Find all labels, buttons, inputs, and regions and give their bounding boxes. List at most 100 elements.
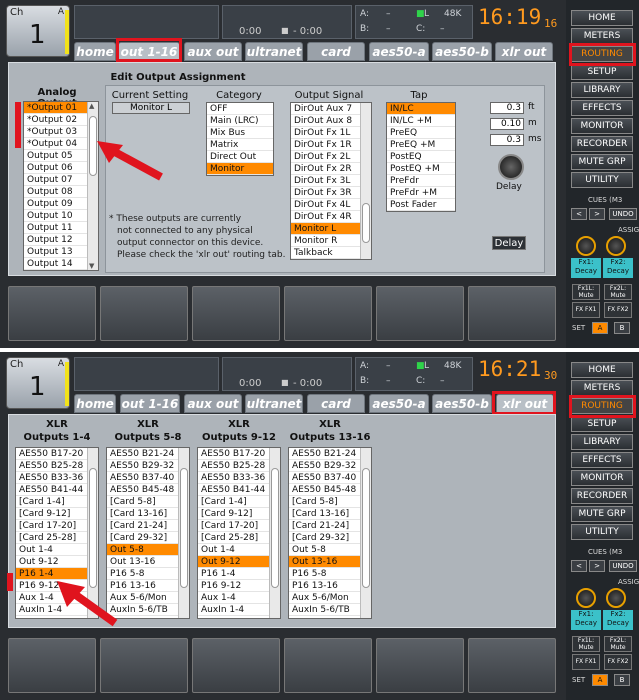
set-a-button-2[interactable]: A (592, 674, 608, 686)
list-item[interactable]: Out 9-12 (16, 556, 98, 568)
tab-xlr-out[interactable]: xlr out (495, 42, 553, 61)
nav-monitor-2[interactable]: MONITOR (571, 470, 633, 486)
list-item[interactable]: DirOut Fx 3R (291, 187, 371, 199)
nav-utility[interactable]: UTILITY (571, 172, 633, 188)
assign-knob-2-icon[interactable] (606, 236, 626, 256)
soft-button-6[interactable] (468, 286, 556, 341)
list-item[interactable]: OFF (207, 103, 273, 115)
list-item[interactable]: [Card 25-28] (198, 532, 280, 544)
list-item[interactable]: P16 13-16 (289, 580, 371, 592)
nav-mute-grp-2[interactable]: MUTE GRP (571, 506, 633, 522)
list-item[interactable]: PostEQ (387, 151, 455, 163)
list-item[interactable]: PreEQ (387, 127, 455, 139)
list-item[interactable]: Out 13-16 (289, 556, 371, 568)
list-item[interactable]: Out 5-8 (289, 544, 371, 556)
list-item[interactable]: Out 1-4 (198, 544, 280, 556)
list-item[interactable]: AES50 B45-48 (289, 484, 371, 496)
tab-card-out-2[interactable]: card out (307, 394, 365, 430)
list-item[interactable]: AuxIn 1-4 (198, 604, 280, 616)
list-item[interactable]: [Card 29-32] (289, 532, 371, 544)
tab-ultranet[interactable]: ultranet (245, 42, 303, 61)
set-b-button[interactable]: B (614, 322, 630, 334)
tab-aux-out[interactable]: aux out (184, 42, 242, 61)
xlr-scroll-thumb[interactable] (271, 468, 279, 588)
tab-out-1-16[interactable]: out 1-16 (118, 42, 180, 61)
list-item[interactable]: PostEQ +M (387, 163, 455, 175)
xlr-scroll-thumb[interactable] (362, 468, 370, 588)
tap-list[interactable]: IN/LC IN/LC +M PreEQ PreEQ +M PostEQ PostEQ +… (386, 102, 456, 212)
analog-output-scrollbar[interactable]: ▲ ▼ (87, 102, 98, 270)
list-item[interactable]: [Card 13-16] (289, 508, 371, 520)
list-item[interactable]: [Card 29-32] (107, 532, 189, 544)
cue-prev-button[interactable]: < (571, 208, 587, 220)
nav-effects-2[interactable]: EFFECTS (571, 452, 633, 468)
list-item[interactable]: PreFdr +M (387, 187, 455, 199)
list-item[interactable]: AES50 B25-28 (198, 460, 280, 472)
list-item[interactable]: P16 5-8 (289, 568, 371, 580)
fx2-mute-button[interactable]: Fx2L: Mute (604, 284, 632, 300)
nav-routing-2[interactable]: ROUTING (571, 398, 633, 414)
list-item[interactable]: AES50 B45-48 (107, 484, 189, 496)
list-item[interactable]: AES50 B41-44 (16, 484, 98, 496)
list-item[interactable]: AES50 B29-32 (289, 460, 371, 472)
channel-display-2[interactable]: Ch A 1 (6, 357, 70, 409)
nav-meters-2[interactable]: METERS (571, 380, 633, 396)
soft-button-2[interactable] (100, 286, 188, 341)
tab-card-out[interactable]: card out (307, 42, 365, 78)
fx-fx1-button-2[interactable]: FX FX1 (572, 654, 600, 670)
list-item[interactable]: DirOut Aux 7 (291, 103, 371, 115)
list-item[interactable]: Aux 1-4 (198, 592, 280, 604)
channel-display[interactable]: Ch A 1 (6, 5, 70, 57)
assign-knob-3-icon[interactable] (576, 588, 596, 608)
list-item[interactable]: [Card 17-20] (198, 520, 280, 532)
nav-recorder[interactable]: RECORDER (571, 136, 633, 152)
fx1-mute-button-2[interactable]: Fx1L: Mute (572, 636, 600, 652)
list-item[interactable]: Talkback (291, 247, 371, 259)
list-item[interactable]: AuxIn 5-6/TB (289, 604, 371, 616)
list-item[interactable]: [Card 17-20] (16, 520, 98, 532)
list-item[interactable]: AES50 B17-20 (198, 448, 280, 460)
soft-button-b6[interactable] (468, 638, 556, 693)
list-item[interactable]: DirOut Fx 1R (291, 139, 371, 151)
list-item[interactable]: Out 13-16 (107, 556, 189, 568)
list-item[interactable]: AES50 B17-20 (16, 448, 98, 460)
xlr-scrollbar[interactable] (178, 448, 189, 618)
category-list[interactable]: OFF Main (LRC) Mix Bus Matrix Direct Out Moni… (206, 102, 274, 176)
fx-fx2-button[interactable]: FX FX2 (604, 302, 632, 318)
set-a-button[interactable]: A (592, 322, 608, 334)
list-item[interactable]: Direct Out (207, 151, 273, 163)
delay-ms-field[interactable]: 0.3 (490, 134, 524, 146)
delay-ft-field[interactable]: 0.3 (490, 102, 524, 114)
list-item[interactable]: DirOut Fx 2L (291, 151, 371, 163)
soft-button-b5[interactable] (376, 638, 464, 693)
list-item[interactable]: PreEQ +M (387, 139, 455, 151)
list-item[interactable]: AES50 B29-32 (107, 460, 189, 472)
nav-setup[interactable]: SETUP (571, 64, 633, 80)
soft-button-b3[interactable] (192, 638, 280, 693)
analog-output-list[interactable]: *Output 01 *Output 02 *Output 03 *Output 04… (23, 101, 99, 271)
nav-monitor[interactable]: MONITOR (571, 118, 633, 134)
nav-routing[interactable]: ROUTING (571, 46, 633, 62)
list-item[interactable]: Main (LRC) (207, 115, 273, 127)
soft-button-5[interactable] (376, 286, 464, 341)
delay-button[interactable]: Delay (492, 236, 526, 250)
tab-xlr-out-2[interactable]: xlr out (496, 394, 554, 413)
tab-aes50-a-2[interactable]: aes50-a (369, 394, 429, 413)
tab-ultranet-2[interactable]: ultranet (245, 394, 303, 413)
list-item[interactable]: DirOut Fx 4L (291, 199, 371, 211)
list-item[interactable]: [Card 9-12] (16, 508, 98, 520)
soft-button-3[interactable] (192, 286, 280, 341)
output-signal-list[interactable]: DirOut Aux 7 DirOut Aux 8 DirOut Fx 1L DirO… (290, 102, 372, 260)
list-item[interactable]: IN/LC (387, 103, 455, 115)
nav-library[interactable]: LIBRARY (571, 82, 633, 98)
tab-aux-out-2[interactable]: aux out (184, 394, 242, 413)
list-item[interactable]: Monitor R (291, 235, 371, 247)
nav-library-2[interactable]: LIBRARY (571, 434, 633, 450)
xlr-scroll-thumb[interactable] (180, 468, 188, 588)
list-item[interactable]: DirOut Fx 1L (291, 127, 371, 139)
delay-m-field[interactable]: 0.10 (490, 118, 524, 130)
list-item[interactable]: IN/LC +M (387, 115, 455, 127)
list-item[interactable]: Aux 5-6/Mon (289, 592, 371, 604)
list-item[interactable]: [Card 1-4] (198, 496, 280, 508)
set-b-button-2[interactable]: B (614, 674, 630, 686)
